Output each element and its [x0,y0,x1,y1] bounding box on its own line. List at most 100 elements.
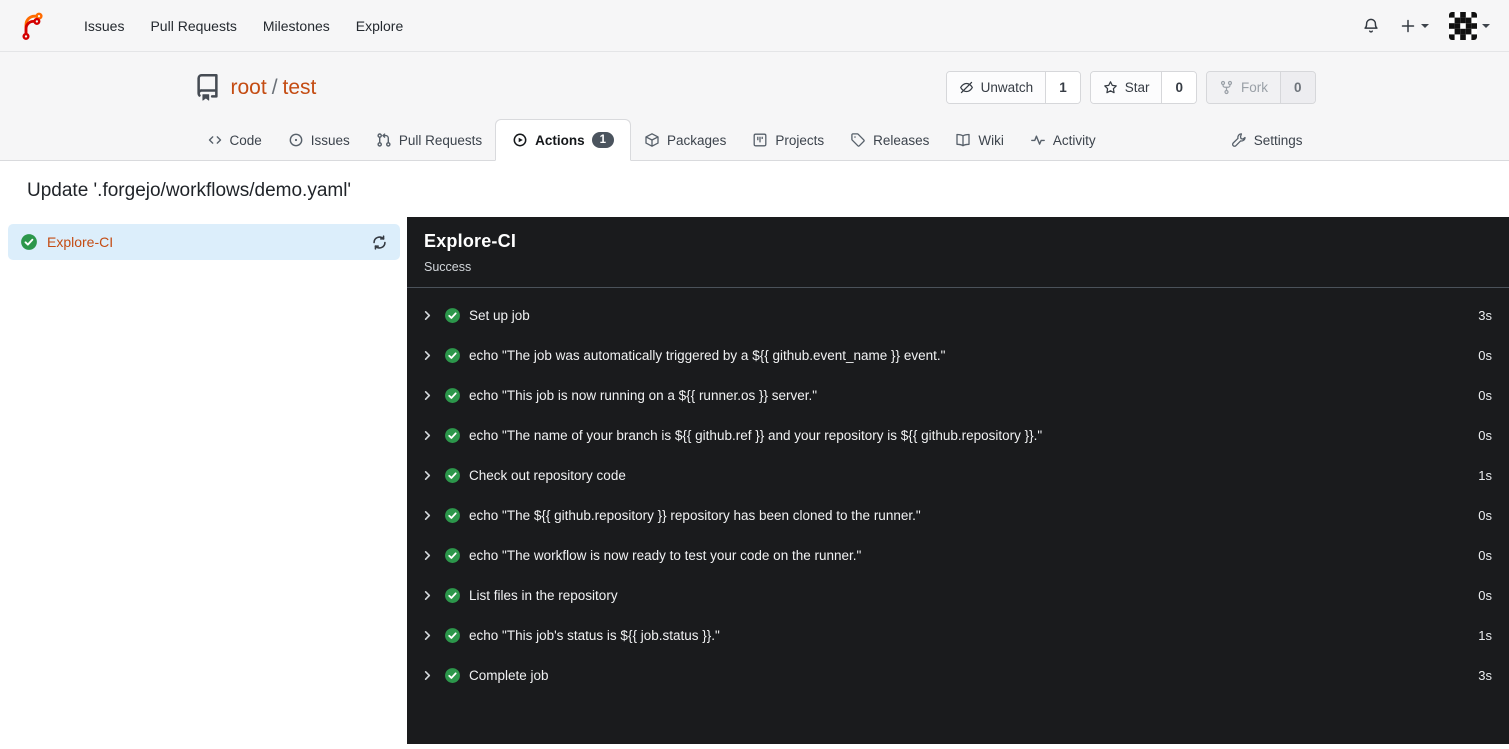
job-step-row[interactable]: echo "The workflow is now ready to test … [419,535,1492,575]
navbar-right [1362,11,1490,40]
chevron-down-icon [1421,23,1429,32]
forks-count[interactable]: 0 [1279,72,1315,103]
tag-icon [851,133,865,147]
fork-button-group: Fork 0 [1205,71,1316,104]
repo-name-link[interactable]: test [283,76,317,100]
pull-request-icon [377,133,391,147]
tab-settings[interactable]: Settings [1218,120,1316,160]
job-list-item-explore-ci[interactable]: Explore-CI [8,224,400,260]
step-name: Complete job [469,667,549,683]
job-step-row[interactable]: Complete job 3s [419,655,1492,695]
unwatch-label: Unwatch [980,80,1034,95]
step-name: echo "The workflow is now ready to test … [469,547,862,563]
step-success-check-icon [444,347,461,364]
repo-owner-link[interactable]: root [231,76,267,100]
notifications-button[interactable] [1362,17,1380,35]
step-success-check-icon [444,667,461,684]
job-log-panel: Explore-CI Success Set up job 3s echo "T… [407,217,1509,744]
expand-step-chevron-icon[interactable] [419,507,436,524]
tab-activity[interactable]: Activity [1017,120,1109,160]
job-step-row[interactable]: Check out repository code 1s [419,455,1492,495]
top-navbar: Issues Pull Requests Milestones Explore [0,0,1509,52]
tab-packages-label: Packages [667,132,727,148]
step-success-check-icon [444,587,461,604]
step-duration: 0s [1478,387,1492,403]
tab-wiki[interactable]: Wiki [942,120,1017,160]
identicon-avatar-icon [1449,11,1477,40]
job-name: Explore-CI [47,234,114,250]
star-button[interactable]: Star [1090,72,1162,103]
expand-step-chevron-icon[interactable] [419,547,436,564]
nav-item-issues[interactable]: Issues [71,9,137,43]
expand-step-chevron-icon[interactable] [419,307,436,324]
step-duration: 1s [1478,627,1492,643]
breadcrumb-separator: / [271,75,278,99]
step-success-check-icon [444,387,461,404]
bell-icon [1364,18,1378,33]
create-new-button[interactable] [1400,18,1429,34]
forgejo-logo[interactable] [19,11,49,41]
unwatch-button[interactable]: Unwatch [946,72,1046,103]
expand-step-chevron-icon[interactable] [419,387,436,404]
tab-actions[interactable]: Actions 1 [495,119,632,161]
job-step-row[interactable]: List files in the repository 0s [419,575,1492,615]
step-name: echo "This job is now running on a ${{ r… [469,387,818,403]
job-step-row[interactable]: Set up job 3s [419,295,1492,335]
star-icon [1103,81,1117,94]
repo-icon [194,74,221,101]
watchers-count[interactable]: 1 [1045,72,1080,103]
expand-step-chevron-icon[interactable] [419,627,436,644]
step-duration: 0s [1478,427,1492,443]
job-success-check-icon [21,234,37,250]
step-success-check-icon [444,627,461,644]
step-name: Set up job [469,307,530,323]
step-success-check-icon [444,547,461,564]
step-duration: 0s [1478,547,1492,563]
tab-projects-label: Projects [775,132,825,148]
tab-wiki-label: Wiki [978,132,1004,148]
rerun-job-button[interactable] [371,234,388,251]
watch-button-group: Unwatch 1 [945,71,1081,104]
tab-issues[interactable]: Issues [275,120,363,160]
fork-button[interactable]: Fork [1206,72,1280,103]
user-menu-button[interactable] [1449,11,1490,40]
tab-code[interactable]: Code [194,120,275,160]
tab-issues-label: Issues [310,132,350,148]
step-success-check-icon [444,467,461,484]
star-button-group: Star 0 [1089,71,1197,104]
jobs-sidebar: Explore-CI [0,217,407,744]
job-step-row[interactable]: echo "The ${{ github.repository }} repos… [419,495,1492,535]
nav-item-pull-requests[interactable]: Pull Requests [137,9,249,43]
nav-item-milestones[interactable]: Milestones [250,9,343,43]
star-label: Star [1124,80,1150,95]
nav-item-explore[interactable]: Explore [343,9,416,43]
expand-step-chevron-icon[interactable] [419,587,436,604]
step-name: echo "This job's status is ${{ job.statu… [469,627,720,643]
expand-step-chevron-icon[interactable] [419,667,436,684]
job-step-row[interactable]: echo "This job's status is ${{ job.statu… [419,615,1492,655]
expand-step-chevron-icon[interactable] [419,467,436,484]
issue-icon [289,133,303,147]
tab-packages[interactable]: Packages [631,120,739,160]
fork-icon [1220,80,1233,95]
expand-step-chevron-icon[interactable] [419,427,436,444]
repo-header: root / test Unwatch 1 Star 0 Fork 0 Code… [0,52,1509,161]
chevron-down-icon [1482,23,1490,32]
stars-count[interactable]: 0 [1161,72,1196,103]
project-board-icon [753,133,767,147]
job-step-row[interactable]: echo "The job was automatically triggere… [419,335,1492,375]
step-name: echo "The job was automatically triggere… [469,347,946,363]
step-duration: 0s [1478,507,1492,523]
job-step-row[interactable]: echo "This job is now running on a ${{ r… [419,375,1492,415]
run-title: Update '.forgejo/workflows/demo.yaml' [27,180,352,201]
tab-activity-label: Activity [1052,132,1096,148]
job-step-row[interactable]: echo "The name of your branch is ${{ git… [419,415,1492,455]
expand-step-chevron-icon[interactable] [419,347,436,364]
plus-icon [1401,19,1415,32]
pulse-icon [1030,135,1045,145]
tab-releases[interactable]: Releases [837,120,942,160]
tools-icon [1231,133,1246,147]
tab-pull-requests[interactable]: Pull Requests [363,120,495,160]
tab-projects[interactable]: Projects [739,120,837,160]
step-success-check-icon [444,427,461,444]
